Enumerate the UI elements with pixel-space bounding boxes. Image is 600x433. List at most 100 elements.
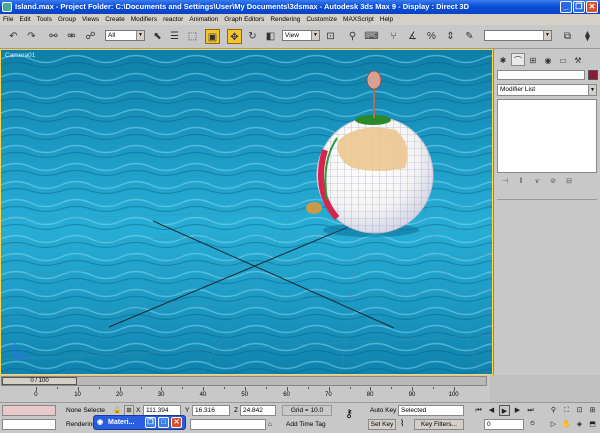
pan-icon[interactable]: ✋ [561,419,572,430]
utilities-tab-icon[interactable]: ⚒ [571,54,585,67]
time-tag-icon[interactable]: ⌂ [268,420,272,430]
field-of-view-icon[interactable]: ▷ [548,419,559,430]
select-and-rotate-icon[interactable]: ↻ [245,29,260,44]
minimize-button[interactable]: _ [560,1,572,13]
configure-sets-icon[interactable]: ⊟ [561,177,577,185]
create-tab-icon[interactable]: ✱ [496,54,510,67]
go-to-start-icon[interactable]: ⏮ [473,405,484,416]
pivot-center-icon[interactable]: ⊡ [323,29,338,44]
time-slider[interactable]: 0 / 100 [0,375,490,387]
zoom-extents-icon[interactable]: ⊡ [574,405,585,416]
object-name-field[interactable] [497,70,585,80]
maximize-icon[interactable]: □ [158,417,169,428]
object-color-swatch[interactable] [588,70,598,80]
track-tick-label: 30 [157,392,165,398]
current-frame-field[interactable]: 0 [484,419,524,430]
mirror-icon[interactable]: ⧉ [560,29,575,44]
menu-views[interactable]: Views [79,14,102,25]
maxscript-listener[interactable] [2,405,56,416]
selection-filter-dropdown[interactable]: All ▼ [105,30,145,41]
track-tick [370,387,372,391]
snap-toggle-icon[interactable]: ⑂ [386,29,401,44]
percent-snap-icon[interactable]: % [424,29,439,44]
menu-maxscript[interactable]: MAXScript [340,14,377,25]
align-icon[interactable]: ⧫ [580,29,595,44]
zoom-all-icon[interactable]: ⛶ [561,405,572,416]
track-tick [328,387,330,391]
keyboard-shortcut-icon[interactable]: ⌨ [364,29,379,44]
reference-coordinate-dropdown[interactable]: View ▼ [282,30,320,41]
select-and-link-icon[interactable]: ⚯ [46,29,61,44]
add-time-tag[interactable]: Add Time Tag [286,420,326,430]
track-tick-label: 50 [241,392,249,398]
remove-modifier-icon[interactable]: ⊘ [545,177,561,185]
pin-stack-icon[interactable]: ⊣ [497,177,513,185]
redo-icon[interactable]: ↷ [24,29,39,44]
key-filters-button[interactable]: Key Filters... [414,419,464,430]
track-bar[interactable]: 0 10 20 30 40 50 60 70 80 90 100 [0,387,490,402]
manipulate-icon[interactable]: ⚲ [345,29,360,44]
make-unique-icon[interactable]: ∨ [529,177,545,185]
viewport-label[interactable]: Camera01 [5,52,35,59]
select-object-icon[interactable]: ⬉ [150,29,165,44]
previous-frame-icon[interactable]: ◀ [486,405,497,416]
menu-tools[interactable]: Tools [34,14,55,25]
menu-animation[interactable]: Animation [186,14,221,25]
select-by-name-icon[interactable]: ☰ [167,29,182,44]
spinner-snap-icon[interactable]: ⇕ [443,29,458,44]
close-button[interactable]: ✕ [586,1,598,13]
z-coordinate-field[interactable]: 24.842 [240,405,276,416]
modifier-stack[interactable] [497,99,597,173]
maximize-viewport-icon[interactable]: ⬒ [587,419,598,430]
time-configuration-icon[interactable]: ⏲ [527,419,538,430]
menu-help[interactable]: Help [377,14,396,25]
menu-edit[interactable]: Edit [16,14,33,25]
select-and-scale-icon[interactable]: ◧ [263,29,278,44]
set-key-button[interactable]: Set Key [368,419,396,430]
rectangular-selection-icon[interactable]: ⬚ [185,29,200,44]
zoom-extents-all-icon[interactable]: ⊞ [587,405,598,416]
zoom-icon[interactable]: ⚲ [548,405,559,416]
bind-space-warp-icon[interactable]: ☍ [83,29,98,44]
material-editor-minimized[interactable]: ◉ Materi... ❐ □ ✕ [93,415,186,430]
restore-icon[interactable]: ❐ [145,417,156,428]
key-mode-dropdown[interactable]: Selected [398,405,464,416]
undo-icon[interactable]: ↶ [6,29,21,44]
maximize-button[interactable]: ❐ [573,1,585,13]
hierarchy-tab-icon[interactable]: ⊞ [526,54,540,67]
maxscript-mini-listener[interactable] [2,419,56,430]
menu-file[interactable]: File [0,14,16,25]
named-selection-sets-dropdown[interactable]: ▼ [484,30,552,41]
app-icon[interactable] [2,2,12,12]
time-slider-thumb[interactable]: 0 / 100 [2,377,77,385]
default-in-out-tangent-icon[interactable]: ⌇ [400,418,404,428]
unlink-icon[interactable]: ⚮ [64,29,79,44]
menu-create[interactable]: Create [102,14,128,25]
key-icon[interactable]: ⚷ [345,409,353,420]
window-crossing-icon[interactable]: ▣ [205,29,220,44]
close-icon[interactable]: ✕ [171,417,182,428]
angle-snap-icon[interactable]: ∡ [405,29,420,44]
play-icon[interactable]: ▶ [499,405,510,416]
menu-graph-editors[interactable]: Graph Editors [221,14,267,25]
motion-tab-icon[interactable]: ◉ [541,54,555,67]
menu-customize[interactable]: Customize [303,14,340,25]
auto-key-button[interactable]: Auto Key [370,406,396,416]
menu-group[interactable]: Group [55,14,79,25]
menu-modifiers[interactable]: Modifiers [128,14,160,25]
display-tab-icon[interactable]: ▭ [556,54,570,67]
time-slider-track[interactable]: 0 / 100 [1,376,487,386]
select-and-move-icon[interactable]: ✥ [227,29,242,44]
menu-rendering[interactable]: Rendering [267,14,303,25]
named-selection-icon[interactable]: ✎ [462,29,477,44]
orbit-icon[interactable]: ◈ [574,419,585,430]
y-coordinate-field[interactable]: 16.316 [192,405,230,416]
show-end-result-icon[interactable]: ‖ [513,178,529,185]
modify-tab-icon[interactable]: ⌒ [511,53,525,66]
go-to-end-icon[interactable]: ⏭ [525,405,536,416]
modifier-list-dropdown[interactable]: Modifier List ▼ [497,84,597,96]
next-frame-icon[interactable]: ▶ [512,405,523,416]
track-tick [286,387,288,391]
camera-viewport[interactable]: Camera01 [0,49,493,375]
menu-reactor[interactable]: reactor [160,14,186,25]
